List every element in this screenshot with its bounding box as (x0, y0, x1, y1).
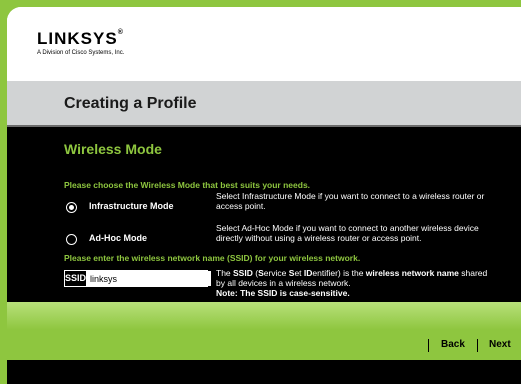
help-ssid-word: SSID (233, 268, 253, 278)
mode-instruction: Please choose the Wireless Mode that bes… (64, 180, 311, 190)
brand-name: LINKSYS (37, 29, 118, 48)
help-ervice: ervice (263, 268, 289, 278)
adhoc-mode-radio[interactable] (66, 234, 77, 245)
content-panel: Wireless Mode Please choose the Wireless… (7, 127, 521, 302)
navigation-bar: Back Next (7, 330, 521, 360)
green-band (7, 302, 521, 330)
registered-mark: ® (117, 29, 124, 36)
back-button[interactable]: Back (441, 339, 465, 350)
linksys-logo: LINKSYS® (37, 29, 124, 49)
nav-separator (477, 339, 478, 352)
section-title: Wireless Mode (64, 141, 162, 157)
page-title: Creating a Profile (64, 95, 197, 112)
ssid-input[interactable] (86, 271, 212, 286)
nav-separator (428, 339, 429, 352)
infrastructure-mode-description: Select Infrastructure Mode if you want t… (216, 191, 485, 211)
wizard-window: { "brand": { "name": "LINKSYS", "mark": … (0, 0, 521, 384)
help-text-1: The (216, 268, 234, 278)
infrastructure-mode-label[interactable]: Infrastructure Mode (89, 201, 174, 211)
ssid-field: SSID (64, 270, 212, 287)
help-et: et (294, 268, 304, 278)
help-note: Note: The SSID is case-sensitive. (216, 288, 350, 298)
title-bar: Creating a Profile (7, 81, 521, 125)
header: LINKSYS® A Division of Cisco Systems, In… (7, 7, 521, 81)
ssid-help-text: The SSID (Service Set IDentifier) is the… (216, 268, 496, 298)
infrastructure-mode-radio[interactable] (66, 202, 77, 213)
adhoc-mode-description: Select Ad-Hoc Mode if you want to connec… (216, 223, 479, 243)
adhoc-mode-label[interactable]: Ad-Hoc Mode (89, 233, 147, 243)
help-network-name: wireless network name (365, 268, 459, 278)
footer-bar (7, 360, 521, 384)
next-button[interactable]: Next (489, 339, 511, 350)
wizard-frame: LINKSYS® A Division of Cisco Systems, In… (7, 7, 521, 384)
ssid-label: SSID (65, 271, 87, 286)
brand-subtitle: A Division of Cisco Systems, Inc. (37, 50, 125, 56)
help-entifier: entifier) is the (312, 268, 366, 278)
ssid-instruction: Please enter the wireless network name (… (64, 253, 361, 263)
